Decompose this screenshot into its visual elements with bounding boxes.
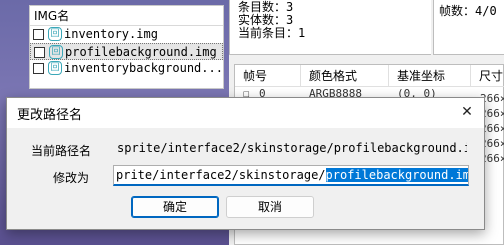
image-file-icon: 回 [48, 61, 62, 75]
column-header[interactable]: 颜色格式 [301, 65, 389, 87]
table-header-row: 帧号 颜色格式 基准坐标 尺寸 [235, 65, 504, 87]
modify-label: 修改为 [53, 171, 90, 185]
ok-button[interactable]: 确定 [131, 196, 219, 218]
img-list-item-selected[interactable]: 回 profilebackground.img [30, 43, 223, 60]
close-icon[interactable]: ✕ [457, 102, 477, 122]
cancel-button[interactable]: 取消 [226, 196, 314, 218]
image-file-icon: 回 [49, 45, 63, 59]
new-path-input[interactable]: prite/interface2/skinstorage/profileback… [113, 165, 469, 186]
column-header[interactable]: 帧号 [235, 65, 301, 87]
current-path-value: sprite/interface2/skinstorage/profilebac… [115, 139, 467, 160]
img-list-item[interactable]: 回 inventory.img [30, 26, 223, 43]
dialog-title-bar[interactable]: 更改路径名 ✕ [7, 98, 484, 128]
new-path-prefix: prite/interface2/skinstorage/ [116, 168, 326, 182]
item-checkbox[interactable] [33, 63, 44, 74]
item-checkbox[interactable] [33, 29, 44, 40]
column-header[interactable]: 基准坐标 [389, 65, 471, 87]
info-panel: 条目数：3 实体数：3 当前条目：1 [229, 0, 431, 55]
img-name: profilebackground.img [65, 45, 217, 59]
dialog-body: 当前路径名 sprite/interface2/skinstorage/prof… [7, 128, 484, 229]
new-path-selected: profilebackground.img [325, 168, 468, 182]
img-name: inventory.img [64, 27, 158, 41]
img-list-header: IMG名 [30, 6, 223, 26]
item-checkbox[interactable] [34, 47, 45, 58]
img-name: inventorybackground... [64, 61, 223, 75]
frame-count: 帧数：4/0 [439, 4, 497, 18]
column-header[interactable]: 尺寸 [471, 65, 504, 87]
img-list-item[interactable]: 回 inventorybackground... [30, 60, 223, 77]
image-file-icon: 回 [48, 27, 62, 41]
img-list-panel: IMG名 回 inventory.img 回 profilebackground… [29, 5, 224, 89]
rename-path-dialog: 更改路径名 ✕ 当前路径名 sprite/interface2/skinstor… [6, 97, 485, 230]
frames-panel: 帧数：4/0 [433, 0, 504, 55]
dialog-title: 更改路径名 [17, 108, 83, 123]
current-path-label: 当前路径名 [31, 144, 92, 158]
current-entry: 当前条目：1 [238, 26, 306, 40]
